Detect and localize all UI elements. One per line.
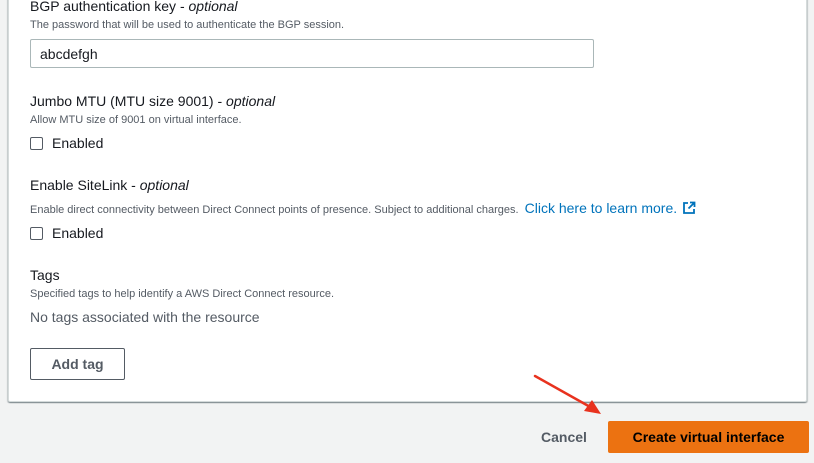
- sitelink-description-text: Enable direct connectivity between Direc…: [30, 204, 519, 216]
- sitelink-learn-more-text[interactable]: Click here to learn more.: [525, 200, 678, 216]
- jumbo-mtu-checkbox-row[interactable]: Enabled: [30, 135, 103, 151]
- sitelink-label: Enable SiteLink - optional: [30, 177, 189, 193]
- optional-marker: optional: [188, 0, 238, 14]
- form-panel: BGP authentication key - optional The pa…: [8, 0, 807, 402]
- sitelink-checkbox-label[interactable]: Enabled: [52, 225, 103, 241]
- add-tag-button[interactable]: Add tag: [30, 348, 125, 380]
- optional-marker: optional: [226, 93, 276, 109]
- jumbo-mtu-label: Jumbo MTU (MTU size 9001) - optional: [30, 93, 275, 109]
- bgp-auth-key-label-text: BGP authentication key -: [30, 0, 189, 14]
- bgp-auth-key-label: BGP authentication key - optional: [30, 0, 238, 14]
- jumbo-mtu-checkbox-label[interactable]: Enabled: [52, 135, 103, 151]
- optional-marker: optional: [139, 177, 189, 193]
- jumbo-mtu-description: Allow MTU size of 9001 on virtual interf…: [30, 114, 242, 126]
- create-virtual-interface-button[interactable]: Create virtual interface: [608, 421, 809, 453]
- sitelink-checkbox[interactable]: [30, 226, 43, 240]
- jumbo-mtu-checkbox[interactable]: [30, 136, 43, 150]
- sitelink-description: Enable direct connectivity between Direc…: [30, 200, 696, 218]
- tags-label: Tags: [30, 267, 60, 283]
- sitelink-label-text: Enable SiteLink -: [30, 177, 140, 193]
- cancel-button[interactable]: Cancel: [532, 424, 596, 450]
- bgp-auth-key-input[interactable]: [30, 39, 594, 68]
- tags-description: Specified tags to help identify a AWS Di…: [30, 288, 335, 300]
- jumbo-mtu-label-text: Jumbo MTU (MTU size 9001) -: [30, 93, 227, 109]
- annotation-arrow-icon: [533, 374, 601, 414]
- bgp-auth-key-description: The password that will be used to authen…: [30, 19, 345, 31]
- tags-empty-text: No tags associated with the resource: [30, 309, 260, 325]
- sitelink-checkbox-row[interactable]: Enabled: [30, 225, 103, 241]
- external-link-icon[interactable]: [682, 201, 696, 218]
- sitelink-learn-more-link[interactable]: Click here to learn more.: [525, 200, 697, 216]
